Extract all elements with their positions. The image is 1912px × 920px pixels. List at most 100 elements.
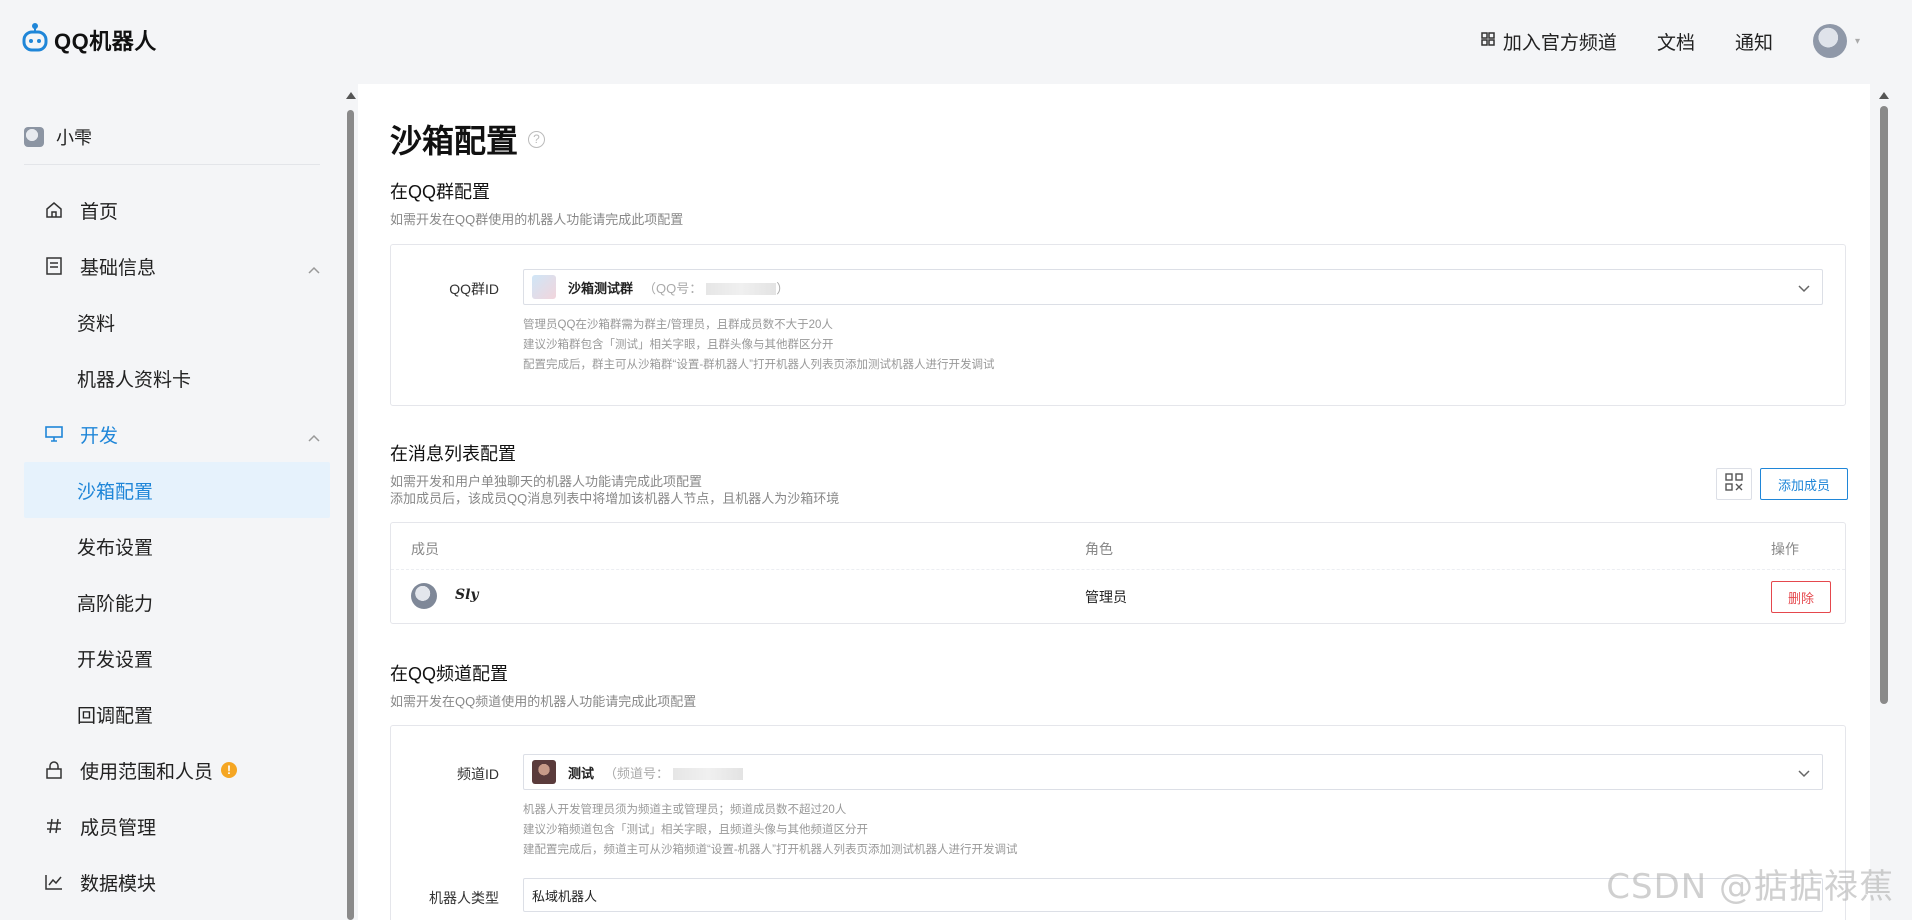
sidebar-item-label: 首页 [80, 201, 119, 223]
sidebar-item-label: 开发设置 [77, 649, 154, 671]
sidebar-item-publish[interactable]: 发布设置 [24, 518, 330, 574]
group-id-select[interactable]: 沙箱测试群 （QQ号： ） [523, 269, 1823, 305]
msglist-desc-line: 如需开发和用户单独聊天的机器人功能请完成此项配置 [390, 474, 703, 489]
member-name: 𝑺𝒍𝒚 [455, 587, 479, 603]
sidebar-item-label: 基础信息 [80, 257, 157, 279]
channel-avatar [532, 760, 556, 784]
table-divider [391, 569, 1845, 570]
column-header-member: 成员 [411, 541, 439, 557]
grid-icon [1481, 30, 1495, 52]
sidebar-item-develop[interactable]: 开发 [24, 406, 330, 462]
page-scroll-up-arrow[interactable] [1879, 92, 1889, 99]
main-scrollbar[interactable] [347, 110, 354, 920]
redacted-number [706, 283, 777, 296]
join-channel-label: 加入官方频道 [1502, 32, 1617, 54]
help-icon[interactable]: ? [528, 130, 546, 148]
sidebar-item-label: 资料 [77, 313, 116, 335]
docs-label: 文档 [1656, 32, 1695, 54]
hint-line: 管理员QQ在沙箱群需为群主/管理员，且群成员数不大于20人 [523, 319, 833, 331]
lock-icon [42, 758, 66, 782]
sidebar-item-profile[interactable]: 资料 [24, 294, 330, 350]
member-table: 成员 角色 操作 𝑺𝒍𝒚 管理员 删除 [390, 522, 1846, 624]
scroll-up-arrow[interactable] [346, 92, 356, 99]
chevron-down-icon [1798, 281, 1810, 296]
qr-code-button[interactable] [1716, 468, 1752, 500]
hint-line: 机器人开发管理员须为频道主或管理员；频道成员数不超过20人 [523, 804, 847, 816]
sidebar-item-scope[interactable]: 使用范围和人员 ! [24, 742, 330, 798]
group-config-card: QQ群ID 沙箱测试群 （QQ号： ） 管理员QQ在沙箱群需为群主/管理员，且群成… [390, 244, 1846, 406]
sidebar-item-label: 成员管理 [80, 817, 157, 839]
user-menu[interactable]: ▾ [1812, 24, 1860, 58]
notifications-link[interactable]: 通知 [1735, 28, 1773, 55]
channel-number-prefix: （频道号： [604, 765, 670, 781]
group-number-prefix: （QQ号： [643, 280, 703, 296]
bot-avatar [24, 127, 44, 147]
hint-line: 配置完成后，群主可从沙箱群“设置-群机器人”打开机器人列表页添加测试机器人进行开… [523, 359, 995, 371]
redacted-number [673, 768, 744, 781]
app-name: QQ机器人 [54, 28, 157, 54]
notifications-label: 通知 [1734, 32, 1773, 54]
group-section-desc: 如需开发在QQ群使用的机器人功能请完成此项配置 [390, 212, 684, 227]
channel-id-select[interactable]: 测试 （频道号： [523, 754, 1823, 790]
column-header-role: 角色 [1085, 541, 1113, 557]
sidebar-item-label: 发布设置 [77, 537, 154, 559]
watermark: CSDN @掂掂禄蕉 [1606, 867, 1894, 907]
app-logo[interactable]: QQ机器人 [22, 22, 157, 57]
column-header-action: 操作 [1771, 541, 1799, 557]
sidebar-item-label: 数据模块 [80, 873, 157, 895]
page-title-text: 沙箱配置 [390, 123, 519, 159]
document-icon [42, 254, 66, 278]
sidebar-user[interactable]: 小雫 [24, 124, 320, 165]
sidebar-item-basic-info[interactable]: 基础信息 [24, 238, 330, 294]
sidebar: 小雫 首页 基础信息 资料 机器人资料卡 开发 沙箱配置 发布设置 高阶能力 开… [0, 84, 340, 920]
bot-name: 小雫 [56, 128, 92, 148]
group-number-suffix: ） [776, 280, 790, 296]
top-bar: QQ机器人 加入官方频道 文档 通知 ▾ [0, 0, 1912, 84]
sidebar-item-bot-card[interactable]: 机器人资料卡 [24, 350, 330, 406]
docs-link[interactable]: 文档 [1657, 28, 1695, 55]
sidebar-item-data[interactable]: 数据模块 [24, 854, 330, 910]
sidebar-item-callback[interactable]: 回调配置 [24, 686, 330, 742]
main-content: 沙箱配置 ? 在QQ群配置 如需开发在QQ群使用的机器人功能请完成此项配置 QQ… [358, 84, 1870, 920]
page-scrollbar[interactable] [1880, 106, 1888, 704]
avatar [1812, 24, 1847, 58]
channel-section-title: 在QQ频道配置 [390, 664, 509, 684]
sidebar-item-dev-settings[interactable]: 开发设置 [24, 630, 330, 686]
member-avatar [411, 583, 437, 609]
join-channel-link[interactable]: 加入官方频道 [1481, 28, 1617, 55]
sidebar-item-label: 使用范围和人员 [80, 761, 214, 783]
page-title: 沙箱配置 ? [390, 116, 546, 162]
channel-section-desc: 如需开发在QQ频道使用的机器人功能请完成此项配置 [390, 694, 697, 709]
sidebar-item-label: 机器人资料卡 [77, 369, 192, 391]
caret-down-icon: ▾ [1854, 35, 1860, 47]
group-avatar [532, 275, 556, 299]
chevron-up-icon [308, 426, 320, 448]
group-hints: 管理员QQ在沙箱群需为群主/管理员，且群成员数不大于20人 建议沙箱群包含「测试… [523, 315, 994, 375]
channel-hints: 机器人开发管理员须为频道主或管理员；频道成员数不超过20人 建议沙箱频道包含「测… [523, 800, 1017, 860]
robot-logo-icon [22, 22, 48, 57]
add-member-button[interactable]: 添加成员 [1760, 468, 1848, 500]
home-icon [42, 198, 66, 222]
msglist-section-title: 在消息列表配置 [390, 444, 516, 464]
group-name: 沙箱测试群 [568, 280, 634, 296]
bot-type-label: 机器人类型 [429, 890, 499, 906]
hint-line: 建议沙箱频道包含「测试」相关字眼，且频道头像与其他频道区分开 [523, 824, 868, 836]
msglist-section-desc: 如需开发和用户单独聊天的机器人功能请完成此项配置 添加成员后，该成员QQ消息列表… [390, 473, 839, 507]
sidebar-item-members[interactable]: 成员管理 [24, 798, 330, 854]
sidebar-nav: 首页 基础信息 资料 机器人资料卡 开发 沙箱配置 发布设置 高阶能力 开发设置… [24, 182, 330, 910]
delete-member-button[interactable]: 删除 [1771, 581, 1831, 613]
group-id-label: QQ群ID [449, 281, 499, 297]
top-nav: 加入官方频道 文档 通知 ▾ [1481, 24, 1860, 58]
group-section-title: 在QQ群配置 [390, 182, 491, 202]
group-number: （QQ号： ） [643, 278, 789, 297]
chart-icon [42, 870, 66, 894]
sidebar-item-advanced[interactable]: 高阶能力 [24, 574, 330, 630]
hash-icon [42, 814, 66, 838]
monitor-icon [42, 422, 66, 446]
member-role: 管理员 [1085, 589, 1127, 605]
chevron-up-icon [308, 258, 320, 280]
sidebar-item-home[interactable]: 首页 [24, 182, 330, 238]
hint-line: 建议沙箱群包含「测试」相关字眼，且群头像与其他群区分开 [523, 339, 834, 351]
sidebar-item-sandbox[interactable]: 沙箱配置 [24, 462, 330, 518]
msglist-desc-line: 添加成员后，该成员QQ消息列表中将增加该机器人节点，且机器人为沙箱环境 [390, 491, 840, 506]
